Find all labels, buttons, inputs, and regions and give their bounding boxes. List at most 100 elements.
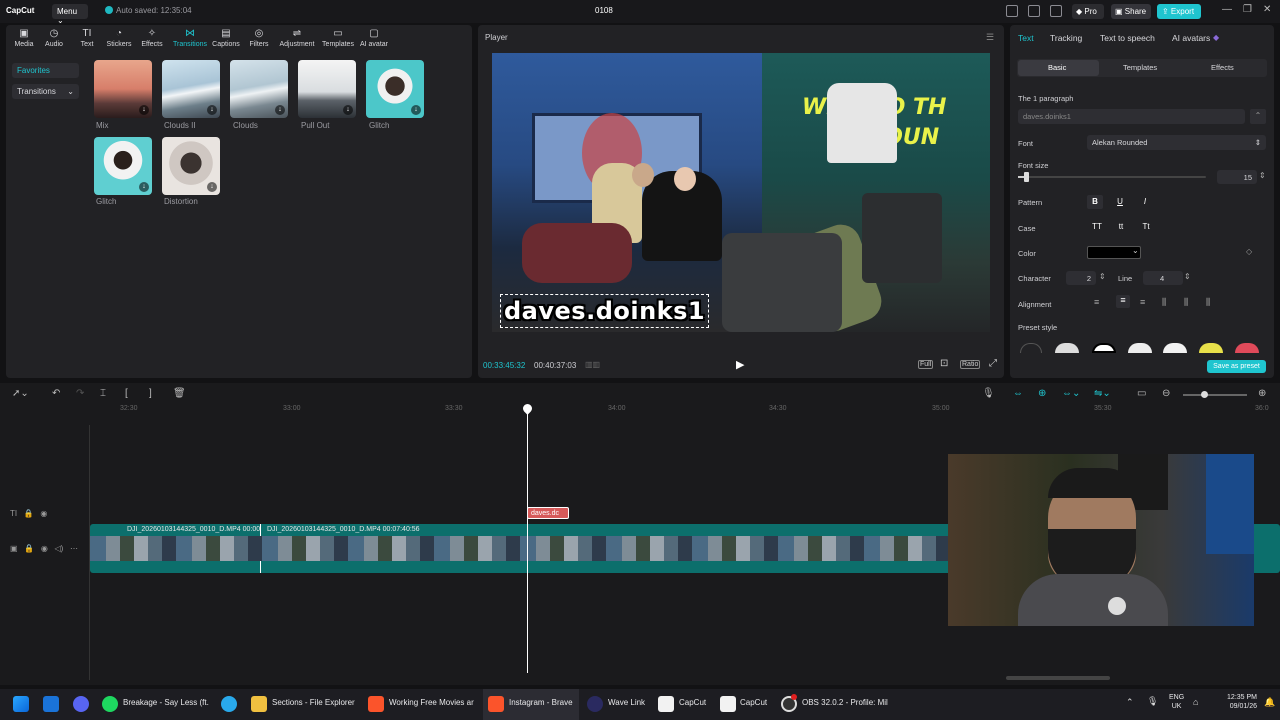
time-ruler[interactable]: 32:30 33:00 33:30 34:00 34:30 35:00 35:3… bbox=[90, 405, 1280, 417]
tool-ai-avatar[interactable]: ▢ AI avatar bbox=[356, 28, 392, 48]
minimize-icon[interactable]: — bbox=[1222, 4, 1232, 15]
task-explorer[interactable]: Sections - File Explorer bbox=[272, 698, 355, 707]
trim-left-icon[interactable]: [ bbox=[125, 388, 128, 399]
fullscreen-icon[interactable]: ⤢ bbox=[989, 358, 997, 369]
tool-transitions[interactable]: ⋈ Transitions bbox=[171, 28, 209, 48]
zoom-handle[interactable] bbox=[1201, 391, 1208, 398]
wave-link-icon[interactable] bbox=[587, 696, 603, 712]
transition-thumb-glitch-2[interactable]: ↓ bbox=[94, 137, 152, 195]
tool-filters[interactable]: ◎ Filters bbox=[241, 28, 277, 48]
sidebar-item-favorites[interactable]: Favorites bbox=[12, 63, 79, 78]
tool-text[interactable]: TI Text bbox=[69, 28, 105, 48]
shortcuts-icon[interactable] bbox=[1028, 5, 1040, 17]
capcut-icon[interactable] bbox=[658, 696, 674, 712]
task-instagram-brave[interactable]: Instagram - Brave bbox=[509, 698, 573, 707]
video-preview[interactable]: WE E TO TH LOUN daves.doinks1 bbox=[492, 53, 990, 332]
spotify-icon[interactable] bbox=[102, 696, 118, 712]
tab-text[interactable]: Text bbox=[1018, 33, 1034, 43]
preset-style[interactable] bbox=[1199, 343, 1223, 353]
close-icon[interactable]: ✕ bbox=[1263, 4, 1271, 15]
lock-icon[interactable]: 🔒 bbox=[24, 509, 34, 518]
chevron-down-icon[interactable]: ⌄ bbox=[1132, 246, 1139, 255]
outlook-icon[interactable] bbox=[43, 696, 59, 712]
subtab-basic[interactable]: Basic bbox=[1048, 63, 1066, 72]
tab-tracking[interactable]: Tracking bbox=[1050, 33, 1082, 43]
full-button[interactable]: Full bbox=[918, 360, 934, 369]
case-title-button[interactable]: Tt bbox=[1138, 220, 1154, 234]
delete-icon[interactable]: 🗑 bbox=[173, 388, 186, 399]
export-button[interactable]: ⇪ Export bbox=[1157, 4, 1201, 19]
preset-style[interactable] bbox=[1163, 343, 1187, 353]
collapse-icon[interactable]: ⌃ bbox=[1250, 109, 1266, 124]
pro-button[interactable]: ◆ Pro bbox=[1072, 4, 1104, 19]
align-center-icon[interactable]: ≡ bbox=[1116, 295, 1130, 308]
discord-icon[interactable] bbox=[73, 696, 89, 712]
paragraph-input[interactable]: daves.doinks1 bbox=[1018, 109, 1245, 124]
tray-mic-icon[interactable]: 🎙 bbox=[1147, 696, 1158, 707]
case-lower-button[interactable]: tt bbox=[1113, 220, 1129, 234]
telegram-icon[interactable] bbox=[221, 696, 237, 712]
player-menu-icon[interactable]: ☰ bbox=[986, 32, 994, 43]
tool-audio[interactable]: ◷ Audio bbox=[36, 28, 72, 48]
transition-thumb-glitch[interactable]: ↓ bbox=[366, 60, 424, 118]
monitor-icon[interactable] bbox=[1050, 5, 1062, 17]
font-size-input[interactable]: 15 bbox=[1217, 170, 1257, 184]
split-icon[interactable]: ⌶ bbox=[100, 388, 106, 399]
preset-none[interactable] bbox=[1020, 343, 1042, 353]
ratio-button[interactable]: Ratio bbox=[960, 360, 981, 369]
volume-icon[interactable]: ◁) bbox=[55, 544, 64, 553]
bold-button[interactable]: B bbox=[1087, 195, 1103, 209]
task-spotify[interactable]: Breakage - Say Less (ft. bbox=[123, 698, 209, 707]
updown-icon[interactable]: ⇕ bbox=[1184, 272, 1191, 281]
underline-button[interactable]: U bbox=[1112, 195, 1128, 209]
transition-thumb-clouds-ii[interactable]: ↓ bbox=[162, 60, 220, 118]
link-icon[interactable]: ⇔ bbox=[1013, 388, 1023, 399]
align-middle-icon[interactable]: ⫼ bbox=[1184, 297, 1188, 308]
magnet-icon[interactable]: ⊕ bbox=[1038, 388, 1046, 399]
font-size-handle[interactable] bbox=[1024, 172, 1029, 182]
transition-thumb-distortion[interactable]: ↓ bbox=[162, 137, 220, 195]
preset-style[interactable] bbox=[1092, 343, 1116, 353]
zoom-slider[interactable] bbox=[1183, 391, 1247, 398]
notification-icon[interactable]: 🔔 bbox=[1264, 697, 1275, 708]
line-input[interactable]: 4 bbox=[1143, 271, 1183, 285]
fit-icon[interactable]: ⊡ bbox=[940, 358, 948, 369]
transition-thumb-mix[interactable]: ↓ bbox=[94, 60, 152, 118]
task-brave-movies[interactable]: Working Free Movies ar bbox=[389, 698, 474, 707]
tab-ai-avatars[interactable]: AI avatars bbox=[1172, 33, 1210, 43]
task-obs[interactable]: OBS 32.0.2 - Profile: Mil bbox=[802, 698, 888, 707]
font-select[interactable]: Alekan Rounded ⇕ bbox=[1087, 135, 1266, 150]
caption-text[interactable]: daves.doinks1 bbox=[500, 294, 710, 328]
align-bottom-icon[interactable]: ⫼ bbox=[1206, 297, 1210, 308]
redo-icon[interactable]: ↷ bbox=[76, 388, 84, 399]
eye-icon[interactable]: ◉ bbox=[40, 509, 47, 518]
folder-icon[interactable] bbox=[251, 696, 267, 712]
task-wave-link[interactable]: Wave Link bbox=[608, 698, 645, 707]
align-right-icon[interactable]: ≡ bbox=[1140, 297, 1145, 307]
transition-thumb-pull-out[interactable]: ↓ bbox=[298, 60, 356, 118]
network-icon[interactable]: ⌂ bbox=[1193, 697, 1198, 707]
subtab-effects[interactable]: Effects bbox=[1211, 63, 1234, 72]
preset-style[interactable] bbox=[1128, 343, 1152, 353]
preset-style[interactable] bbox=[1235, 343, 1259, 353]
tray-chevron-icon[interactable]: ⌃ bbox=[1126, 697, 1134, 708]
character-input[interactable]: 2 bbox=[1066, 271, 1096, 285]
select-tool-icon[interactable]: ➚⌄ bbox=[12, 388, 29, 399]
italic-button[interactable]: I bbox=[1137, 195, 1153, 209]
brave-icon[interactable] bbox=[368, 696, 384, 712]
clock[interactable]: 12:35 PM 09/01/26 bbox=[1212, 693, 1257, 711]
zoom-out-icon[interactable]: ⊖ bbox=[1162, 388, 1170, 399]
task-capcut-2[interactable]: CapCut bbox=[740, 698, 767, 707]
trim-right-icon[interactable]: ] bbox=[149, 388, 152, 399]
caption-icon[interactable]: ▭ bbox=[1137, 388, 1146, 399]
tab-text-to-speech[interactable]: Text to speech bbox=[1100, 33, 1155, 43]
tool-templates[interactable]: ▭ Templates bbox=[319, 28, 357, 48]
maximize-icon[interactable]: ❐ bbox=[1243, 4, 1252, 15]
brave-icon[interactable] bbox=[488, 696, 504, 712]
snap-icon[interactable]: ⇔⌄ bbox=[1062, 388, 1080, 399]
sidebar-item-transitions[interactable]: Transitions ⌄ bbox=[12, 84, 79, 99]
tool-stickers[interactable]: ◔ Stickers bbox=[101, 28, 137, 48]
tool-effects[interactable]: ✧ Effects bbox=[134, 28, 170, 48]
lock-icon[interactable]: 🔒 bbox=[24, 544, 34, 553]
tool-captions[interactable]: ▤ Captions bbox=[208, 28, 244, 48]
